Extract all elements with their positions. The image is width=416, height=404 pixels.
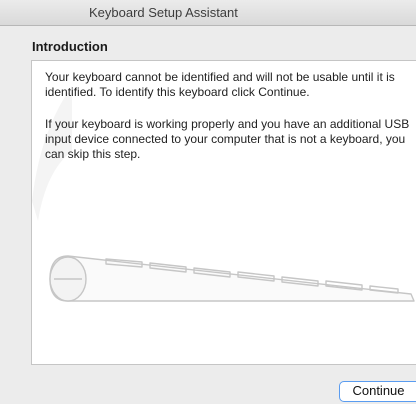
title-bar: Keyboard Setup Assistant xyxy=(0,0,416,26)
skip-paragraph: If your keyboard is working properly and… xyxy=(45,117,410,161)
content-panel: Your keyboard cannot be identified and w… xyxy=(31,60,416,365)
continue-button[interactable]: Continue xyxy=(339,381,416,402)
window-title: Keyboard Setup Assistant xyxy=(89,5,238,20)
watermark-graphic xyxy=(32,86,72,221)
intro-paragraph: Your keyboard cannot be identified and w… xyxy=(45,70,395,99)
wireless-keyboard-illustration-icon xyxy=(49,255,415,302)
page-heading: Introduction xyxy=(32,39,108,54)
